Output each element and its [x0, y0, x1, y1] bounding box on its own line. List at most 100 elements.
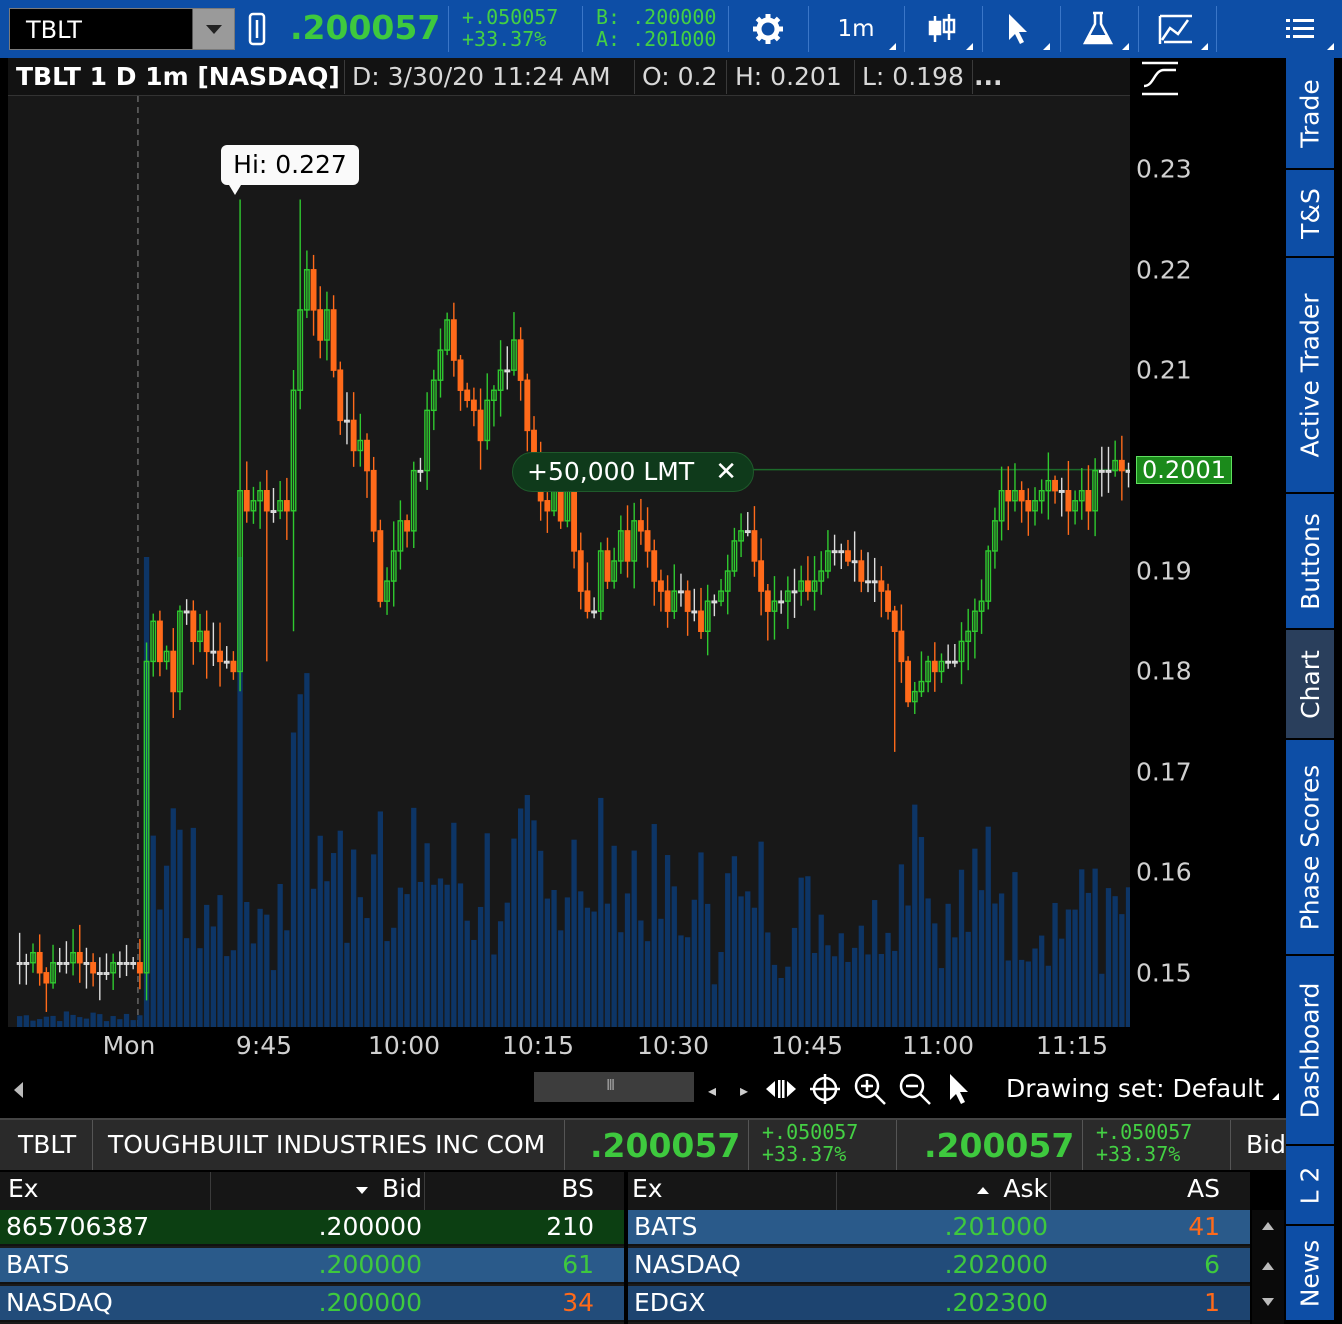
price-axis[interactable]: 0.23 0.22 0.21 0.19 0.18 0.17 0.16 0.15 0.2001: [1130, 58, 1286, 1028]
volume-bar: [678, 935, 684, 1027]
ask-row[interactable]: NASDAQ .202000 6: [628, 1248, 1250, 1284]
candle: [691, 588, 698, 622]
volume-bar: [805, 876, 811, 1027]
bid-col-bid[interactable]: Bid: [356, 1174, 422, 1203]
last-price: .200057: [290, 8, 441, 47]
bid-row[interactable]: BATS .200000 61: [0, 1248, 624, 1284]
level2-symbol[interactable]: TBLT: [18, 1130, 76, 1159]
candle: [490, 385, 497, 427]
candle: [771, 576, 778, 640]
candle: [657, 569, 664, 612]
bid-col-ex[interactable]: Ex: [8, 1174, 39, 1203]
flask-icon[interactable]: [1078, 8, 1118, 50]
volume-bar: [658, 918, 664, 1027]
sort-down-icon: [356, 1186, 369, 1194]
bid-row[interactable]: 865706387 .200000 210: [0, 1210, 624, 1246]
book-scrollbar[interactable]: [1252, 1210, 1284, 1324]
volume-bar: [858, 925, 864, 1027]
time-tick-label: Mon: [102, 1031, 156, 1060]
symbol-dropdown-button[interactable]: [192, 9, 234, 49]
scroll-thumb[interactable]: [534, 1072, 694, 1102]
side-tab-chart[interactable]: Chart: [1286, 630, 1334, 740]
ask-col-size[interactable]: AS: [1187, 1174, 1220, 1203]
book-cell-ex: BATS: [6, 1250, 70, 1279]
side-tab-t-s[interactable]: T&S: [1286, 170, 1334, 258]
candle: [517, 327, 524, 401]
time-axis[interactable]: Mon 9:45 10:00 10:15 10:30 10:45 11:00 11:15: [8, 1027, 1130, 1072]
bid-book: Ex Bid BS 865706387 .200000 210 BATS .200000…: [0, 1172, 624, 1324]
bid-row[interactable]: NASDAQ .200000 34: [0, 1286, 624, 1322]
candle: [1025, 488, 1032, 536]
volume-bar: [798, 877, 804, 1027]
candle-style-icon[interactable]: [922, 8, 962, 50]
volume-bar: [791, 927, 798, 1027]
scroll-up-icon[interactable]: [1262, 1262, 1274, 1270]
scroll-down-icon[interactable]: [1262, 1298, 1274, 1306]
level2-bid-label: Bid: [1246, 1130, 1286, 1159]
price-chart[interactable]: [8, 96, 1130, 1027]
candle: [217, 622, 223, 687]
volume-bar: [785, 966, 791, 1027]
drawings-icon[interactable]: [1156, 8, 1198, 50]
volume-bar: [811, 952, 818, 1027]
side-tab-active-trader[interactable]: Active Trader: [1286, 258, 1334, 494]
volume-bar: [351, 849, 357, 1027]
symbol-input[interactable]: TBLT: [26, 16, 82, 44]
ask-row[interactable]: EDGX .202300 1: [628, 1286, 1250, 1322]
zoom-in-icon[interactable]: [853, 1072, 887, 1106]
expand-horizontal-icon[interactable]: [764, 1072, 798, 1106]
volume-bar: [591, 911, 597, 1027]
scroll-forward-icon[interactable]: ▸: [740, 1081, 748, 1100]
gear-icon[interactable]: [748, 8, 788, 50]
candle: [96, 957, 103, 1001]
timeframe-button[interactable]: 1m: [828, 8, 884, 50]
cursor-icon[interactable]: [998, 8, 1038, 50]
volume-bar: [664, 855, 671, 1027]
pointer-icon[interactable]: [944, 1072, 978, 1106]
volume-bar: [297, 694, 303, 1027]
candle: [477, 388, 484, 470]
scroll-left-arrow[interactable]: [14, 1082, 23, 1098]
side-tab-l-2[interactable]: L 2: [1286, 1146, 1334, 1226]
crosshair-icon[interactable]: [808, 1072, 842, 1106]
level2-change-2: +.050057: [1096, 1120, 1193, 1144]
scroll-back-icon[interactable]: ◂: [708, 1081, 716, 1100]
candle: [631, 502, 638, 589]
cancel-order-icon[interactable]: ✕: [715, 453, 737, 491]
candle: [544, 492, 551, 533]
candle: [170, 628, 177, 718]
studies-icon[interactable]: [1140, 60, 1180, 98]
candle: [323, 291, 330, 361]
ask-row[interactable]: BATS .201000 41: [628, 1210, 1250, 1246]
candle: [1098, 446, 1105, 497]
volume-bar: [544, 898, 550, 1027]
link-icon[interactable]: [246, 12, 268, 46]
side-tab-dashboard[interactable]: Dashboard: [1286, 956, 1334, 1146]
limit-order-pill[interactable]: +50,000 LMT ✕: [512, 452, 754, 492]
ask-col-ex[interactable]: Ex: [632, 1174, 663, 1203]
zoom-out-icon[interactable]: [898, 1072, 932, 1106]
bid-col-size[interactable]: BS: [561, 1174, 594, 1203]
volume-bar: [731, 856, 738, 1027]
candle: [317, 286, 324, 359]
symbol-selector[interactable]: TBLT: [9, 8, 235, 50]
candle: [350, 392, 357, 467]
side-tab-buttons[interactable]: Buttons: [1286, 494, 1334, 630]
ask-col-ask[interactable]: Ask: [977, 1174, 1048, 1203]
side-tab-trade[interactable]: Trade: [1286, 58, 1334, 170]
book-cell-price: .201000: [944, 1212, 1048, 1241]
drawing-set-selector[interactable]: Drawing set: Default: [1006, 1074, 1264, 1103]
volume-bar: [778, 978, 784, 1027]
side-tab-news[interactable]: News: [1286, 1226, 1334, 1322]
volume-bar: [918, 837, 925, 1027]
volume-bar: [584, 907, 591, 1027]
candle: [724, 554, 731, 615]
side-tab-phase-scores[interactable]: Phase Scores: [1286, 740, 1334, 956]
chart-header-more[interactable]: ...: [974, 62, 1003, 91]
candle: [617, 515, 624, 574]
candle: [330, 295, 337, 378]
scroll-up-icon[interactable]: [1262, 1222, 1274, 1230]
book-cell-size: 61: [562, 1250, 594, 1279]
candle: [377, 519, 384, 608]
menu-icon[interactable]: [1280, 8, 1320, 50]
